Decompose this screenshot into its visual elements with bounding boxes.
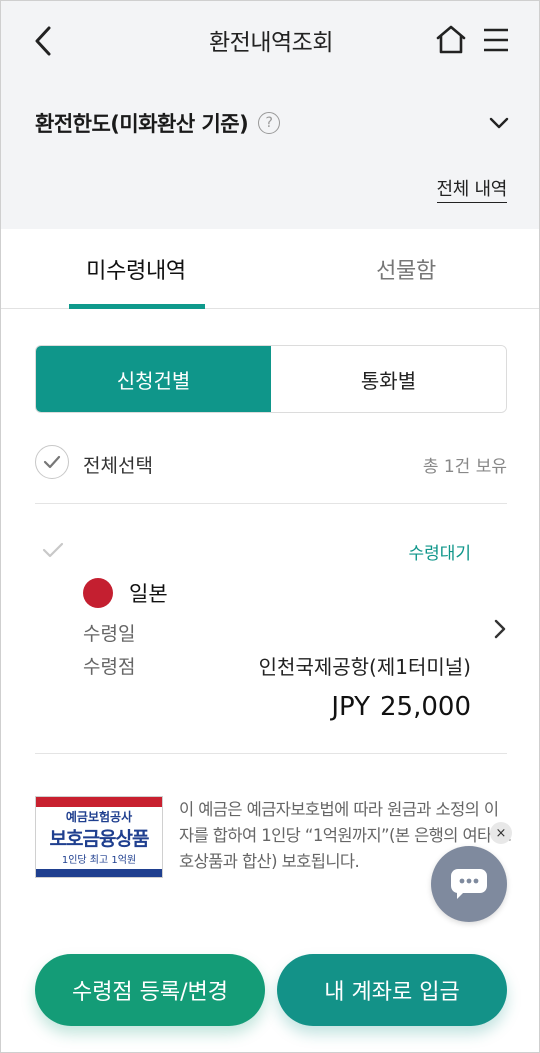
all-history-link[interactable]: 전체 내역	[436, 175, 507, 203]
japan-flag-icon	[83, 578, 113, 608]
help-icon[interactable]: ?	[258, 112, 281, 134]
amount-value: 25,000	[380, 692, 471, 722]
home-icon	[436, 25, 466, 54]
select-all-label: 전체선택	[83, 455, 153, 477]
register-change-branch-button[interactable]: 수령점 등록/변경	[35, 954, 265, 1026]
segment-by-currency[interactable]: 통화별	[271, 346, 506, 412]
segment-by-request[interactable]: 신청건별	[36, 346, 271, 412]
chevron-down-icon	[489, 117, 509, 129]
badge-bottom-stripe	[36, 869, 162, 877]
chevron-right-icon	[494, 619, 506, 639]
tab-giftbox[interactable]: 선물함	[271, 229, 539, 309]
tab-bar: 미수령내역 선물함	[1, 229, 539, 309]
total-count: 총 1건 보유	[422, 457, 507, 477]
amount: JPY 25,000	[331, 692, 471, 722]
country-name: 일본	[129, 582, 168, 606]
badge-line1: 예금보험공사	[65, 810, 133, 824]
exchange-limit-title: 환전한도(미화환산 기준)	[35, 112, 249, 136]
active-tab-indicator	[69, 304, 205, 309]
badge-line3: 1인당 최고 1억원	[61, 855, 137, 866]
badge-line2: 보호금융상품	[49, 828, 150, 850]
chat-bubble-icon	[451, 869, 487, 899]
app-frame: 환전내역조회 환전한도(미화환산 기준) ? 전체 내역 미수령내역 선물함 신…	[0, 0, 540, 1053]
receive-place-value: 인천국제공항(제1터미널)	[258, 655, 471, 679]
deposit-protection-badge: 예금보험공사 보호금융상품 1인당 최고 1억원	[35, 796, 163, 878]
deposit-to-my-account-button[interactable]: 내 계좌로 입금	[277, 954, 507, 1026]
chat-button[interactable]	[431, 846, 507, 922]
hamburger-menu-icon	[484, 28, 508, 52]
currency-code: JPY	[331, 692, 371, 722]
tab-unreceived[interactable]: 미수령내역	[1, 229, 271, 309]
exchange-limit-toggle[interactable]: 환전한도(미화환산 기준) ?	[35, 105, 511, 141]
menu-button[interactable]	[481, 25, 511, 55]
badge-top-stripe	[36, 797, 162, 807]
divider	[35, 503, 507, 504]
select-all-row: 전체선택 총 1건 보유	[35, 443, 507, 483]
exchange-item[interactable]: 수령대기 일본 수령일 수령점 인천국제공항(제1터미널) JPY 25,000	[35, 526, 507, 736]
header-area: 환전내역조회 환전한도(미화환산 기준) ? 전체 내역	[1, 1, 539, 229]
receive-place-label: 수령점	[83, 656, 136, 678]
check-icon	[43, 455, 61, 469]
select-all-checkbox[interactable]	[35, 445, 69, 479]
chat-close-button[interactable]: ×	[490, 822, 512, 844]
view-mode-segment: 신청건별 통화별	[35, 345, 507, 413]
divider	[35, 753, 507, 754]
receive-date-label: 수령일	[83, 623, 136, 645]
home-button[interactable]	[435, 23, 467, 57]
item-check-icon[interactable]	[41, 540, 65, 560]
status-badge: 수령대기	[408, 544, 471, 564]
